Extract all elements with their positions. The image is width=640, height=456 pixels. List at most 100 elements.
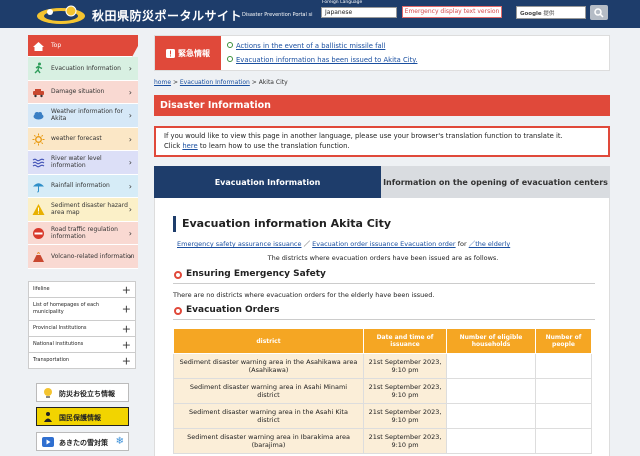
- table-header-households: Number of eligible households: [446, 328, 536, 354]
- search-suffix: 提供: [543, 11, 555, 17]
- breadcrumb-separator: >: [251, 79, 257, 86]
- breadcrumb-evacuation[interactable]: Evacuation Information: [180, 79, 250, 86]
- site-title[interactable]: 秋田県防災ポータルサイト: [92, 7, 242, 24]
- tab-evacuation-centers[interactable]: Information on the opening of evacuation…: [381, 166, 610, 198]
- emergency-label-text: 緊急情報: [178, 48, 210, 58]
- table-cell-households: [446, 378, 536, 404]
- sidebar-item-label: Top: [51, 42, 62, 49]
- wave-icon: [32, 158, 45, 168]
- evacuation-orders-table: district Date and time of issuance Numbe…: [173, 328, 592, 454]
- sidebar-link-transportation[interactable]: Transportation +: [29, 353, 135, 368]
- lightbulb-icon: [44, 388, 52, 398]
- breadcrumb: home > Evacuation Information > Akita Ci…: [154, 79, 288, 86]
- sidebar-item-weather-akita[interactable]: Weather information for Akita ›: [28, 104, 138, 128]
- search-icon: [594, 8, 604, 18]
- chevron-right-icon: ›: [128, 64, 132, 73]
- breadcrumb-home[interactable]: home: [154, 79, 171, 86]
- plus-icon[interactable]: +: [122, 339, 131, 350]
- banner-label: あきたの雪対策: [59, 439, 108, 447]
- plus-icon[interactable]: +: [122, 304, 131, 315]
- table-cell-district: Sediment disaster warning area in the As…: [173, 403, 364, 429]
- sidebar-link-label: Provincial Institutions: [33, 325, 87, 331]
- search-input[interactable]: Google 提供: [516, 6, 586, 19]
- sidebar-item-volcano[interactable]: Volcano-related information ›: [28, 245, 138, 269]
- section-emergency-safety-text: There are no districts where evacuation …: [173, 291, 435, 299]
- chevron-right-icon: ›: [128, 111, 132, 120]
- table-row: Sediment disaster warning area in the As…: [173, 403, 592, 429]
- table-cell-people: [535, 403, 592, 429]
- table-header-date: Date and time of issuance: [363, 328, 447, 354]
- chevron-right-icon: ›: [128, 134, 132, 144]
- table-cell-date: 21st September 2023, 9:10 pm: [363, 353, 447, 379]
- sidebar-item-label: Sediment disaster hazard area map: [51, 202, 128, 217]
- link-elderly[interactable]: ／the elderly: [469, 240, 511, 248]
- language-select[interactable]: Japanese: [321, 7, 397, 18]
- tab-evacuation-information[interactable]: Evacuation Information: [154, 166, 381, 198]
- home-icon: [32, 40, 45, 53]
- sidebar-link-lifeline[interactable]: lifeline +: [29, 282, 135, 298]
- sidebar-item-river-level[interactable]: River water level information ›: [28, 151, 138, 175]
- sidebar-item-sediment-map[interactable]: Sediment disaster hazard area map ›: [28, 198, 138, 222]
- sidebar-item-weather-forecast[interactable]: weather forecast ›: [28, 127, 138, 151]
- plus-icon[interactable]: +: [122, 355, 131, 366]
- table-row: Sediment disaster warning area in Ibarak…: [173, 428, 592, 454]
- sidebar-item-label: Road traffic regulation information: [51, 225, 118, 240]
- notice-click: Click: [164, 141, 181, 150]
- section-heading-text: Ensuring Emergency Safety: [186, 269, 326, 279]
- table-cell-households: [446, 403, 536, 429]
- tab-bar: Evacuation Information Information on th…: [154, 166, 610, 198]
- chevron-right-icon: ›: [128, 87, 132, 97]
- chevron-right-icon: ›: [128, 205, 132, 214]
- link-emergency-safety[interactable]: Emergency safety assurance issuance: [177, 240, 302, 248]
- plus-icon[interactable]: +: [122, 284, 131, 295]
- ring-bullet-icon: [174, 271, 182, 279]
- sidebar-item-top[interactable]: Top: [28, 35, 138, 57]
- sun-icon: [32, 133, 45, 145]
- emergency-link-missile[interactable]: Actions in the event of a ballistic miss…: [227, 40, 417, 54]
- cloud-icon: [33, 112, 44, 120]
- banner-civil-protection[interactable]: 国民保護情報: [36, 407, 129, 426]
- link-for-text: for: [457, 240, 467, 248]
- notice-rest: to learn how to use the translation func…: [199, 141, 350, 150]
- snowflake-icon: ❄: [115, 436, 124, 447]
- sidebar-item-damage[interactable]: Damage situation ›: [28, 80, 138, 104]
- table-header-people: Number of people: [535, 328, 592, 354]
- table-header-row: district Date and time of issuance Numbe…: [173, 328, 592, 354]
- language-label: Foreign Language: [322, 0, 363, 5]
- car-crash-icon: [33, 88, 44, 97]
- sidebar-item-road-traffic[interactable]: Road traffic regulation information ›: [28, 221, 138, 245]
- emergency-link-text: Actions in the event of a ballistic miss…: [236, 42, 386, 50]
- search-button[interactable]: [590, 5, 608, 20]
- sidebar-link-municipality[interactable]: List of homepages of each municipality +: [29, 298, 135, 321]
- sidebar-item-label: Damage situation: [51, 88, 105, 96]
- umbrella-icon: [33, 182, 44, 192]
- sidebar-link-list: lifeline + List of homepages of each mun…: [28, 281, 136, 369]
- banner-snow-measures[interactable]: あきたの雪対策 ❄: [36, 432, 129, 451]
- notice-here-link[interactable]: here: [182, 142, 197, 150]
- plus-icon[interactable]: +: [122, 323, 131, 334]
- banner-disaster-tips[interactable]: 防災お役立ち情報: [36, 383, 129, 402]
- intro-text: The districts where evacuation orders ha…: [267, 254, 499, 262]
- sidebar-nav: Top Evacuation Information › Damage situ…: [28, 35, 138, 269]
- table-row: Sediment disaster warning area in the As…: [173, 353, 592, 379]
- section-heading-evacuation-orders: Evacuation Orders: [173, 305, 595, 320]
- shield-person-icon: [44, 412, 52, 422]
- sidebar-item-evacuation[interactable]: Evacuation Information ›: [28, 57, 138, 81]
- sidebar-link-provincial[interactable]: Provincial Institutions +: [29, 321, 135, 337]
- link-evacuation-order[interactable]: Evacuation order issuance Evacuation ord…: [312, 240, 455, 248]
- emergency-link-evacuation[interactable]: Evacuation information has been issued t…: [227, 54, 417, 68]
- table-cell-district: Sediment disaster warning area in Asahi …: [173, 378, 364, 404]
- sidebar-link-national[interactable]: National institutions +: [29, 337, 135, 353]
- emergency-text-version-button[interactable]: Emergency display text version: [402, 6, 502, 18]
- site-subtitle: Disaster Prevention Portal si: [242, 12, 313, 18]
- site-logo-icon[interactable]: [36, 3, 86, 25]
- chevron-right-icon: ›: [128, 181, 132, 191]
- sidebar-item-rainfall[interactable]: Rainfall information ›: [28, 174, 138, 198]
- content-heading: Evacuation information Akita City: [173, 216, 595, 232]
- sidebar-item-label: River water level information: [51, 155, 102, 170]
- volcano-icon: [33, 252, 44, 262]
- table-cell-households: [446, 428, 536, 454]
- sidebar-item-label: Rainfall information: [51, 182, 110, 190]
- table-cell-people: [535, 353, 592, 379]
- translation-notice: If you would like to view this page in a…: [154, 126, 610, 157]
